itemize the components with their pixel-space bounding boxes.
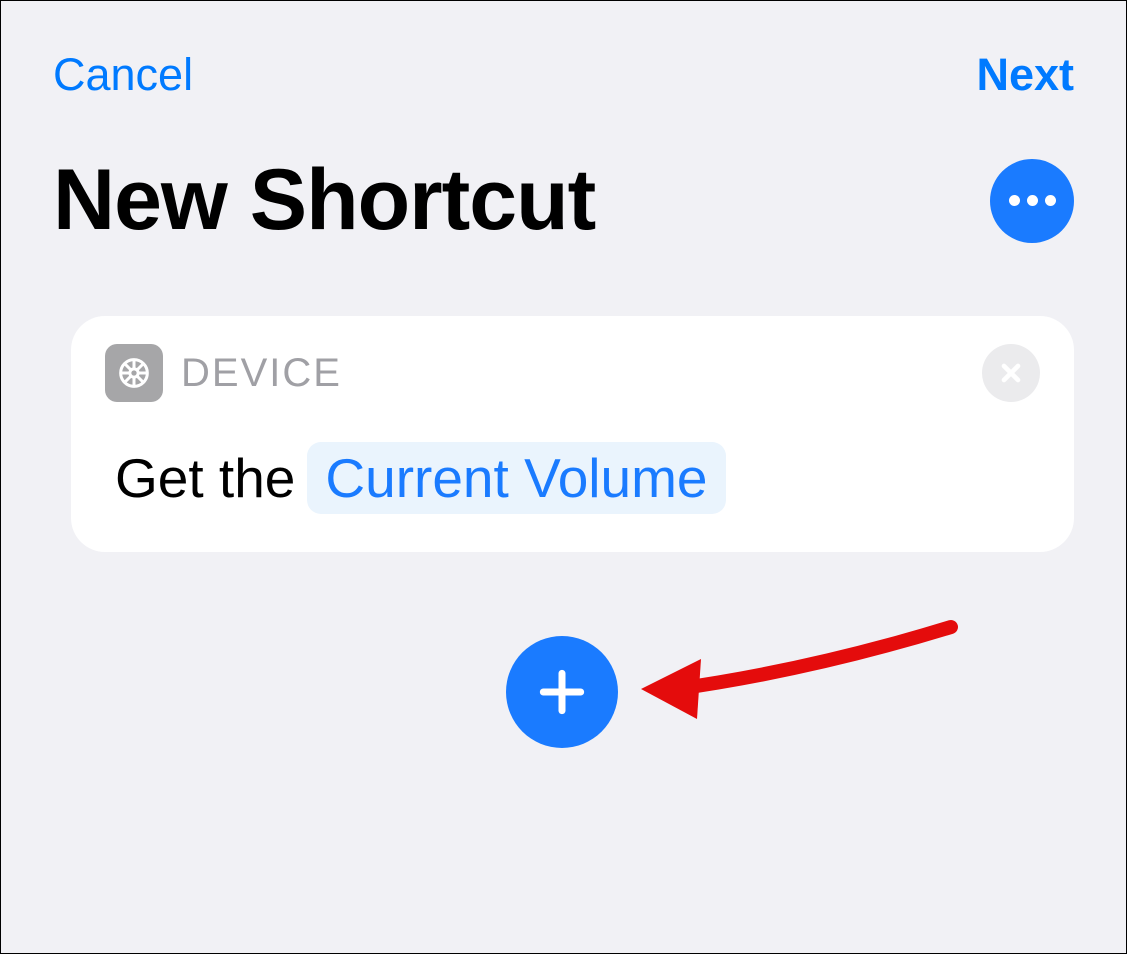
cancel-button[interactable]: Cancel [53, 49, 193, 101]
action-card-header-left: DEVICE [105, 344, 342, 402]
action-card-header: DEVICE [105, 344, 1040, 402]
annotation-arrow [631, 615, 961, 745]
action-category-label: DEVICE [181, 351, 342, 396]
action-description: Get the Current Volume [105, 442, 1040, 514]
navigation-header: Cancel Next [1, 1, 1126, 101]
title-row: New Shortcut [1, 101, 1126, 250]
gear-icon [105, 344, 163, 402]
page-title: New Shortcut [53, 151, 595, 250]
remove-action-button[interactable] [982, 344, 1040, 402]
next-button[interactable]: Next [976, 49, 1074, 101]
ellipsis-icon [1009, 195, 1020, 206]
more-options-button[interactable] [990, 159, 1074, 243]
ellipsis-icon [1045, 195, 1056, 206]
action-parameter-chip[interactable]: Current Volume [307, 442, 725, 514]
plus-icon [534, 664, 590, 720]
add-action-button[interactable] [506, 636, 618, 748]
action-card: DEVICE Get the Current Volume [71, 316, 1074, 552]
close-icon [997, 359, 1025, 387]
action-prefix-text: Get the [115, 446, 295, 510]
ellipsis-icon [1027, 195, 1038, 206]
